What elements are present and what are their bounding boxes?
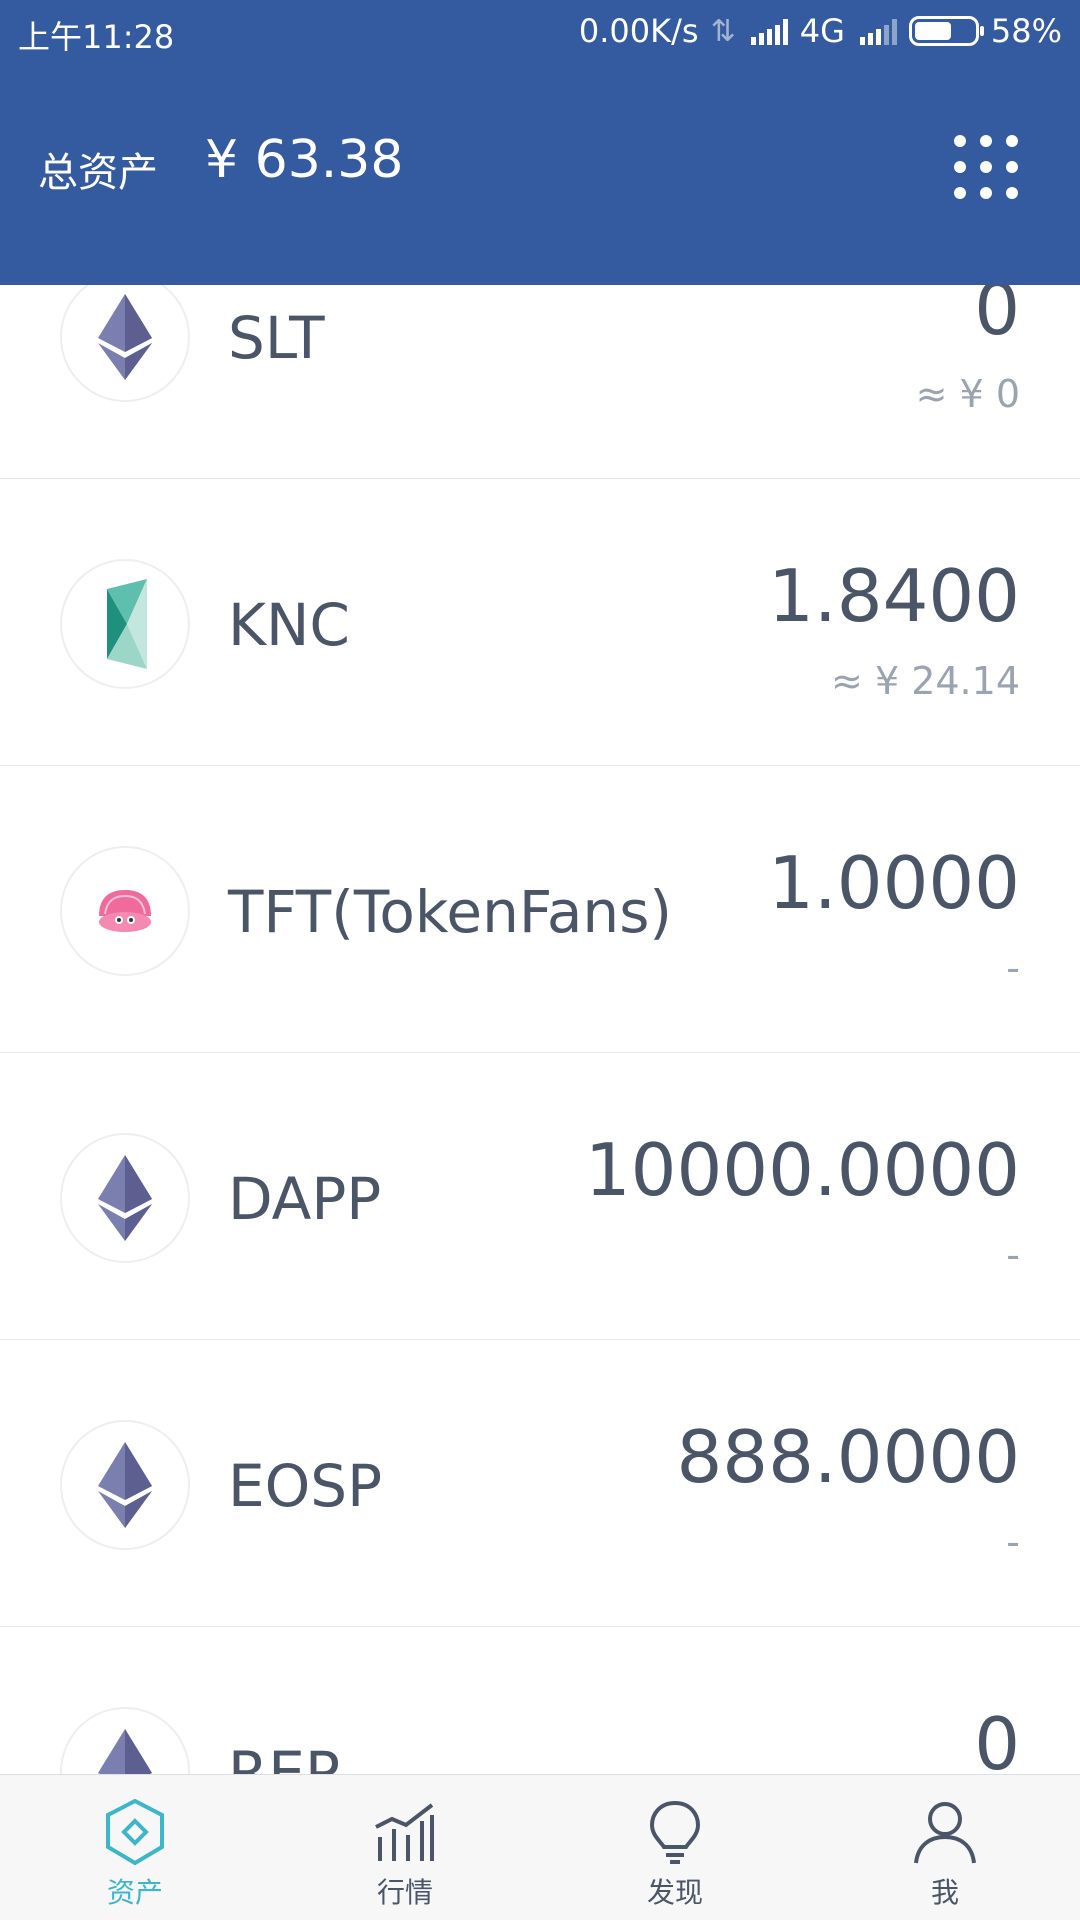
nav-label: 发现 xyxy=(646,1876,703,1909)
token-symbol: SLT xyxy=(228,304,325,372)
token-fiat-value: - xyxy=(1006,1233,1020,1277)
token-row[interactable]: EOSP 888.0000 - xyxy=(0,1340,1080,1627)
nav-tab-discover[interactable]: 发现 xyxy=(540,1775,810,1920)
token-fiat-value: ≈ ¥ 24.14 xyxy=(831,659,1020,703)
token-amount: 1.0000 xyxy=(768,841,1020,925)
battery-percent: 58% xyxy=(990,12,1062,50)
app-header: 上午11:28 0.00K/s ⇅ 4G 58% 总资产 ¥ 63.38 xyxy=(0,0,1080,285)
token-row[interactable]: KNC 1.8400 ≈ ¥ 24.14 xyxy=(0,479,1080,766)
ethereum-icon xyxy=(60,1420,190,1550)
secondary-signal-icon xyxy=(857,17,897,45)
grid-menu-icon[interactable] xyxy=(954,135,1018,199)
status-time: 上午11:28 xyxy=(18,18,175,56)
total-assets-value: ¥ 63.38 xyxy=(205,130,404,190)
bottom-nav: 资产 行情 发现 我 xyxy=(0,1774,1080,1920)
tokenfans-icon xyxy=(60,846,190,976)
assets-icon xyxy=(106,1798,164,1866)
token-amount: 10000.0000 xyxy=(584,1128,1020,1212)
token-fiat-value: ≈ ¥ 0 xyxy=(915,372,1020,416)
data-transfer-icon: ⇅ xyxy=(710,13,736,49)
token-row[interactable]: DAPP 10000.0000 - xyxy=(0,1053,1080,1340)
status-bar: 上午11:28 0.00K/s ⇅ 4G 58% xyxy=(0,0,1080,62)
token-fiat-value: - xyxy=(1006,1520,1020,1564)
discover-icon xyxy=(649,1800,701,1864)
market-icon xyxy=(375,1803,434,1861)
token-fiat-value: - xyxy=(1006,946,1020,990)
token-amount: 1.8400 xyxy=(768,554,1020,638)
knc-icon xyxy=(60,559,190,689)
profile-icon xyxy=(914,1802,976,1864)
token-symbol: EOSP xyxy=(228,1452,383,1520)
battery-icon xyxy=(908,16,984,46)
network-speed: 0.00K/s xyxy=(578,12,699,50)
nav-label: 我 xyxy=(930,1876,959,1909)
token-symbol: TFT(TokenFans) xyxy=(228,878,673,946)
network-type: 4G xyxy=(799,12,845,50)
token-symbol: DAPP xyxy=(228,1165,382,1233)
total-assets-label: 总资产 xyxy=(38,150,158,196)
nav-label: 资产 xyxy=(106,1876,163,1909)
nav-tab-assets[interactable]: 资产 xyxy=(0,1775,270,1920)
ethereum-icon xyxy=(60,1133,190,1263)
token-amount: 888.0000 xyxy=(676,1415,1020,1499)
token-symbol: KNC xyxy=(228,591,350,659)
token-row[interactable]: TFT(TokenFans) 1.0000 - xyxy=(0,766,1080,1053)
token-list: SLT 0 ≈ ¥ 0 KNC 1.8400 ≈ ¥ 24.14 TFT(Tok… xyxy=(0,192,1080,1914)
nav-tab-market[interactable]: 行情 xyxy=(270,1775,540,1920)
status-indicators: 0.00K/s ⇅ 4G 58% xyxy=(567,12,1062,50)
ethereum-icon xyxy=(60,272,190,402)
nav-label: 行情 xyxy=(376,1876,433,1909)
nav-tab-profile[interactable]: 我 xyxy=(810,1775,1080,1920)
signal-strength-icon xyxy=(748,17,788,45)
